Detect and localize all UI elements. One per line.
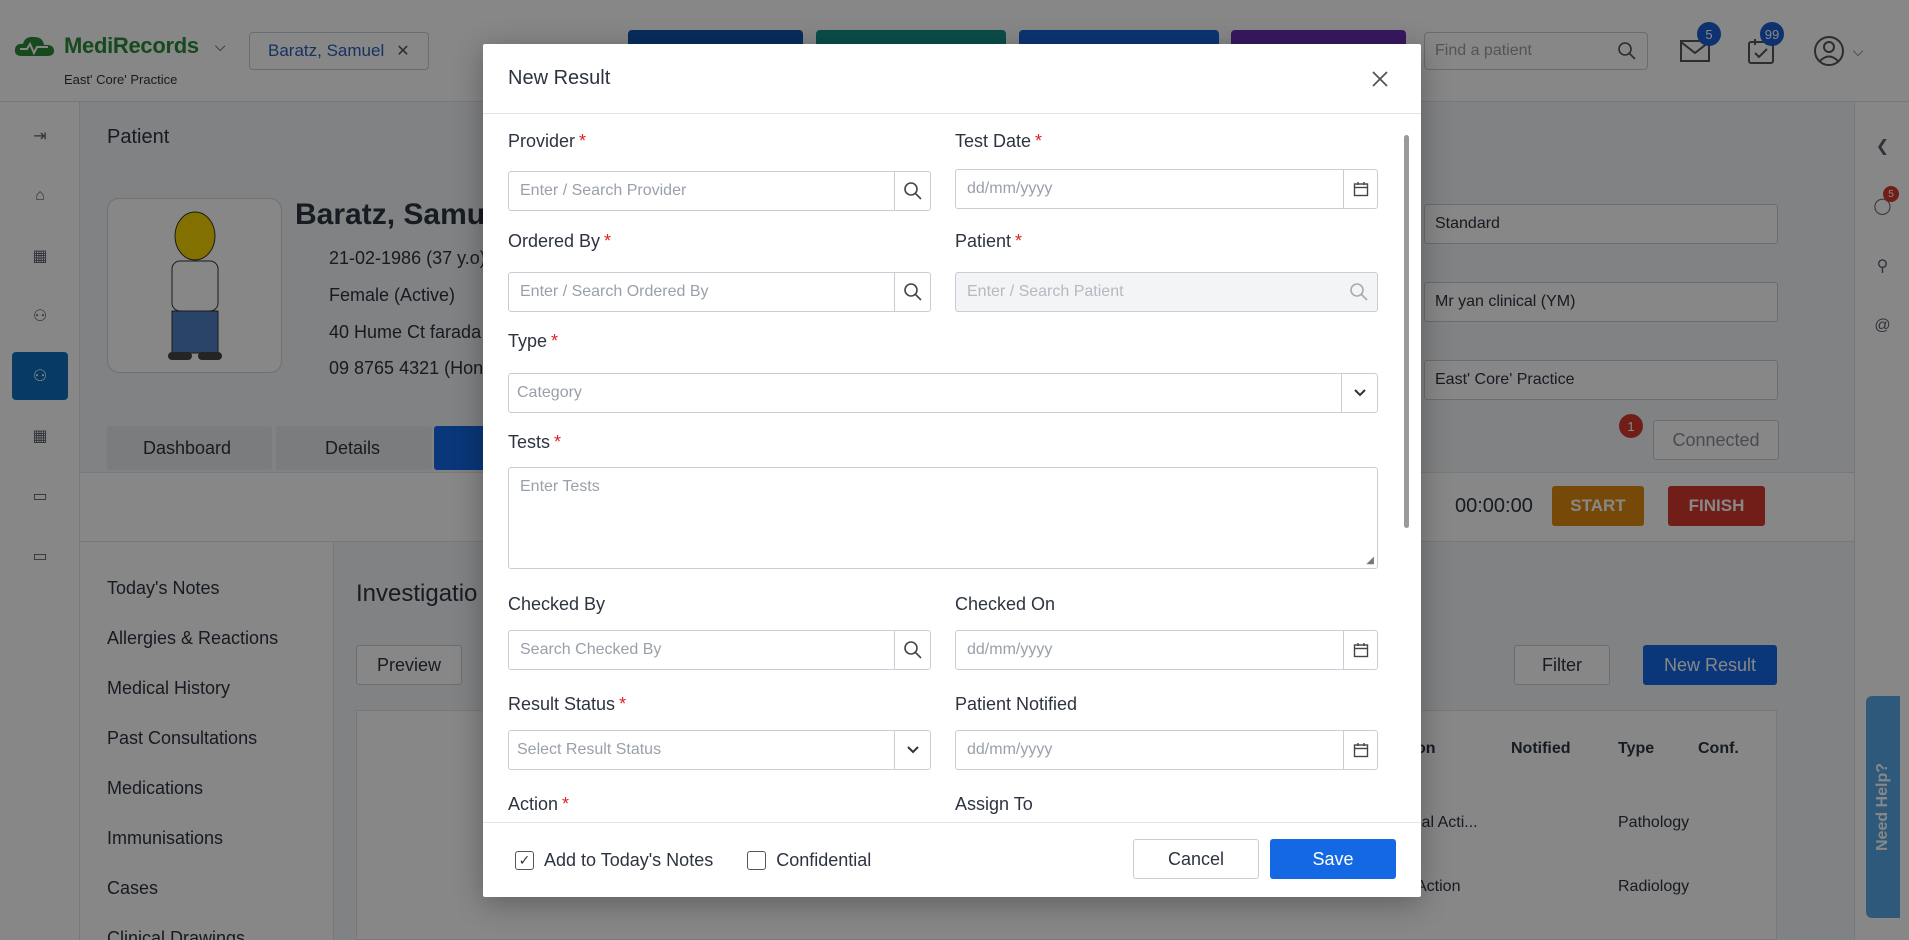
assign-to-label: Assign To [955, 794, 1033, 814]
result-status-placeholder: Select Result Status [517, 741, 662, 758]
type-label: Type * [508, 331, 559, 351]
checked-by-label: Checked By [508, 594, 606, 614]
cancel-button[interactable]: Cancel [1133, 839, 1259, 879]
ordered-by-input[interactable]: Enter / Search Ordered By [508, 272, 931, 312]
search-icon[interactable] [894, 172, 930, 210]
close-icon[interactable] [1364, 63, 1396, 95]
chevron-down-icon[interactable] [894, 731, 930, 769]
provider-placeholder: Enter / Search Provider [520, 182, 687, 199]
modal-footer: ✓ Add to Today's Notes Confidential Canc… [483, 822, 1421, 897]
type-placeholder: Category [517, 384, 582, 401]
patient-notified-input[interactable]: dd/mm/yyyy [955, 730, 1378, 770]
checked-on-input[interactable]: dd/mm/yyyy [955, 630, 1378, 670]
checkbox-unchecked-icon[interactable] [747, 850, 767, 870]
patient-notified-label: Patient Notified [955, 694, 1078, 714]
tests-label: Tests * [508, 432, 562, 452]
provider-label: Provider * [508, 131, 587, 151]
test-date-label: Test Date * [955, 131, 1043, 151]
test-date-input[interactable]: dd/mm/yyyy [955, 169, 1378, 209]
calendar-icon[interactable] [1343, 631, 1377, 669]
patient-input: Enter / Search Patient [955, 272, 1378, 312]
checked-on-label: Checked On [955, 594, 1056, 614]
result-status-select[interactable]: Select Result Status [508, 730, 931, 770]
search-icon[interactable] [894, 631, 930, 669]
tests-placeholder: Enter Tests [520, 478, 600, 495]
checkbox-checked-icon[interactable]: ✓ [515, 850, 534, 870]
action-label: Action * [508, 794, 570, 814]
patient-notified-placeholder: dd/mm/yyyy [967, 741, 1053, 758]
chevron-down-icon[interactable] [1341, 374, 1377, 412]
modal-scrollbar[interactable] [1404, 135, 1409, 528]
search-icon[interactable] [894, 273, 930, 311]
add-to-notes-label: Add to Today's Notes [544, 849, 714, 870]
search-icon [1341, 273, 1377, 311]
confidential-checkbox[interactable]: Confidential [747, 850, 871, 871]
add-to-notes-checkbox[interactable]: ✓ Add to Today's Notes [515, 850, 713, 871]
result-status-label: Result Status * [508, 694, 627, 714]
save-button[interactable]: Save [1270, 839, 1396, 879]
resize-handle-icon[interactable]: ◢ [1366, 555, 1374, 566]
patient-label: Patient * [955, 231, 1023, 251]
test-date-placeholder: dd/mm/yyyy [967, 180, 1053, 197]
calendar-icon[interactable] [1343, 170, 1377, 208]
type-select[interactable]: Category [508, 373, 1378, 413]
provider-input[interactable]: Enter / Search Provider [508, 171, 931, 211]
confidential-label: Confidential [776, 849, 872, 870]
checked-on-placeholder: dd/mm/yyyy [967, 641, 1053, 658]
modal-header: New Result [483, 44, 1421, 114]
modal-body: Provider * Enter / Search Provider Test D… [483, 115, 1421, 822]
calendar-icon[interactable] [1343, 731, 1377, 769]
patient-placeholder: Enter / Search Patient [967, 283, 1124, 300]
modal-title: New Result [508, 67, 611, 89]
ordered-by-placeholder: Enter / Search Ordered By [520, 283, 709, 300]
new-result-modal: New Result Provider * Enter / Search Prov… [483, 44, 1421, 897]
ordered-by-label: Ordered By * [508, 231, 612, 251]
tests-textarea[interactable]: Enter Tests ◢ [508, 467, 1378, 569]
checked-by-placeholder: Search Checked By [520, 641, 662, 658]
checked-by-input[interactable]: Search Checked By [508, 630, 931, 670]
